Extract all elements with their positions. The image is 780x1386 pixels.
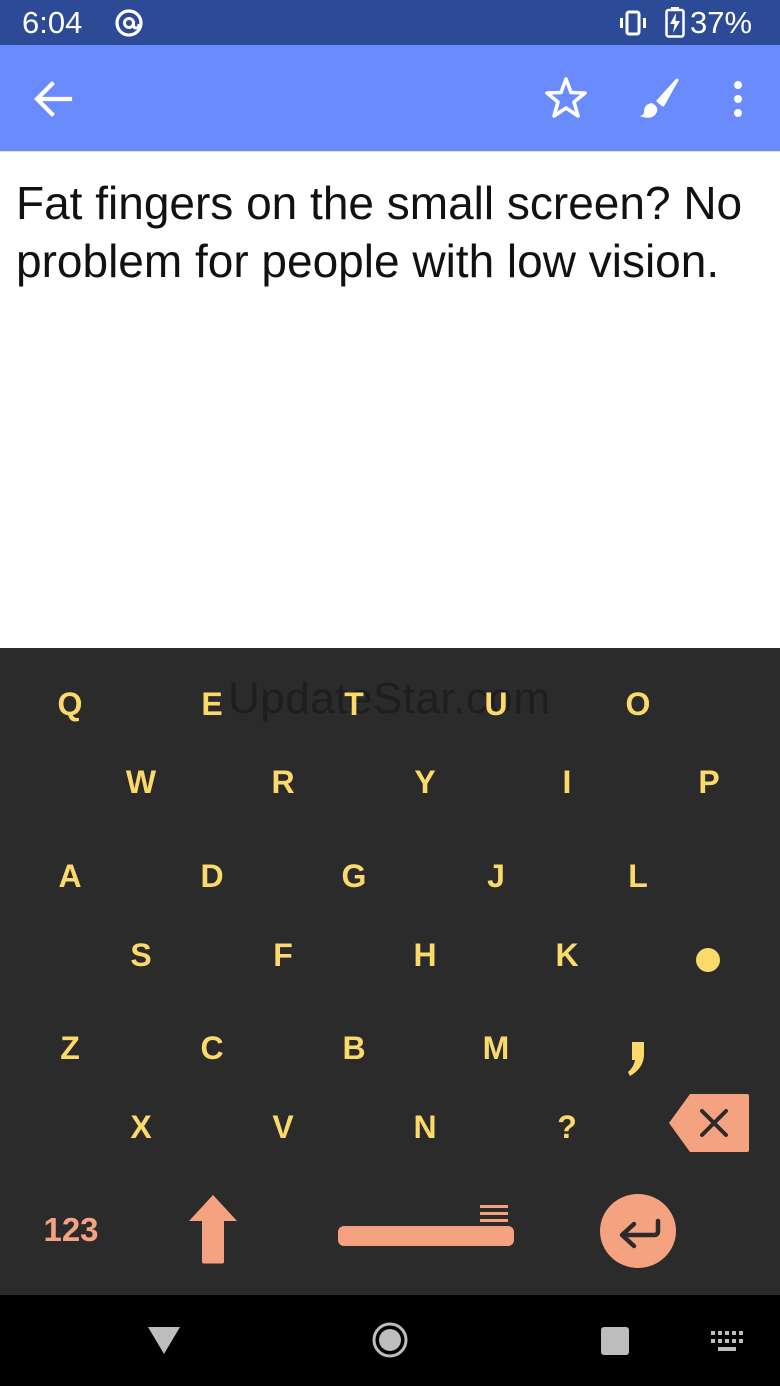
back-triangle-icon[interactable] [146,1325,182,1355]
period-key[interactable] [696,948,720,972]
key-u[interactable]: U [464,676,528,732]
vibrate-icon [620,10,646,36]
key-i[interactable]: I [535,754,599,810]
key-n[interactable]: N [393,1099,457,1155]
paint-brush-icon[interactable] [636,75,682,121]
battery-charging-icon [665,7,685,38]
status-bar: 6:04 37% [0,0,780,45]
keyboard: UpdateStar.com QETUOWRYIPADGJLSFHKZCBMXV… [0,648,780,1295]
back-arrow-icon[interactable] [30,79,76,119]
battery-percent: 37% [690,5,753,40]
recents-square-icon[interactable] [599,1325,631,1357]
key-k[interactable]: K [535,927,599,983]
key-l[interactable]: L [606,848,670,904]
key-q[interactable]: Q [38,676,102,732]
key-m[interactable]: M [464,1020,528,1076]
key-f[interactable]: F [251,927,315,983]
key-d[interactable]: D [180,848,244,904]
menu-lines-icon [480,1205,508,1222]
key-g[interactable]: G [322,848,386,904]
key-s[interactable]: S [109,927,173,983]
key-o[interactable]: O [606,676,670,732]
shift-key[interactable] [188,1194,238,1264]
key-b[interactable]: B [322,1020,386,1076]
note-text[interactable]: Fat fingers on the small screen? No prob… [16,174,756,290]
enter-key[interactable] [600,1194,676,1268]
system-nav-bar [0,1295,780,1386]
key-c[interactable]: C [180,1020,244,1076]
space-key[interactable] [338,1226,514,1246]
numbers-key[interactable]: 123 [36,1206,106,1254]
app-bar [0,45,780,151]
key-v[interactable]: V [251,1099,315,1155]
key-p[interactable]: P [677,754,741,810]
more-vert-icon[interactable] [726,77,750,121]
key-y[interactable]: Y [393,754,457,810]
home-circle-icon[interactable] [372,1322,408,1358]
alternate-email-icon [115,9,143,37]
key-x[interactable]: X [109,1099,173,1155]
keyboard-switch-icon[interactable] [710,1330,744,1352]
key-w[interactable]: W [109,754,173,810]
backspace-key[interactable] [668,1092,750,1154]
key-t[interactable]: T [322,676,386,732]
status-time: 6:04 [22,5,83,40]
key-j[interactable]: J [464,848,528,904]
key-e[interactable]: E [180,676,244,732]
key-question[interactable]: ? [535,1099,599,1155]
key-r[interactable]: R [251,754,315,810]
key-z[interactable]: Z [38,1020,102,1076]
enter-arrow-icon [619,1218,661,1249]
key-a[interactable]: A [38,848,102,904]
note-editor[interactable]: Fat fingers on the small screen? No prob… [0,151,780,648]
key-h[interactable]: H [393,927,457,983]
star-outline-icon[interactable] [543,75,589,121]
comma-key[interactable] [618,1036,658,1078]
